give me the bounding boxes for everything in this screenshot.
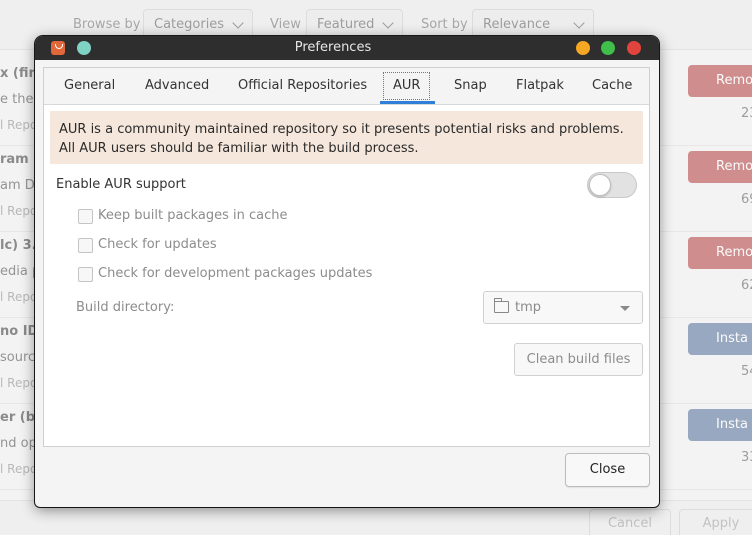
build-directory-value: tmp — [515, 300, 542, 315]
active-tab-indicator — [380, 101, 435, 104]
preferences-content: General Advanced Official Repositories A… — [43, 67, 650, 447]
keep-built-packages-checkbox[interactable] — [78, 209, 93, 224]
tab-cache[interactable]: Cache — [592, 78, 632, 93]
close-button[interactable]: Close — [565, 453, 650, 487]
tab-official-repositories[interactable]: Official Repositories — [238, 78, 367, 93]
tab-general[interactable]: General — [64, 78, 115, 93]
dialog-title: Preferences — [294, 40, 372, 55]
tab-advanced[interactable]: Advanced — [145, 78, 209, 93]
preferences-dialog: Preferences General Advanced Official Re… — [35, 36, 659, 507]
keep-built-packages-label: Keep built packages in cache — [98, 208, 288, 223]
tab-aur[interactable]: AUR — [383, 72, 431, 100]
close-window-button[interactable] — [627, 41, 641, 55]
banner-line-1: AUR is a community maintained repository… — [59, 122, 624, 137]
build-directory-chooser[interactable]: tmp — [483, 291, 643, 324]
caret-down-icon — [620, 306, 630, 311]
tab-bar: General Advanced Official Repositories A… — [44, 68, 649, 105]
folder-icon — [494, 298, 509, 313]
check-updates-label: Check for updates — [98, 237, 217, 252]
enable-aur-label: Enable AUR support — [56, 177, 186, 192]
banner-line-2: All AUR users should be familiar with th… — [59, 141, 419, 156]
switch-knob — [589, 174, 611, 196]
aur-warning-banner: AUR is a community maintained repository… — [50, 111, 643, 164]
clean-build-files-button[interactable]: Clean build files — [514, 343, 643, 376]
minimize-button[interactable] — [576, 41, 590, 55]
check-dev-updates-label: Check for development packages updates — [98, 266, 373, 281]
dialog-titlebar[interactable]: Preferences — [35, 36, 659, 60]
tab-snap[interactable]: Snap — [454, 78, 487, 93]
tab-flatpak[interactable]: Flatpak — [516, 78, 564, 93]
enable-aur-switch[interactable] — [587, 172, 637, 198]
maximize-button[interactable] — [601, 41, 615, 55]
check-dev-updates-checkbox[interactable] — [78, 267, 93, 282]
build-directory-label: Build directory: — [76, 300, 175, 315]
check-updates-checkbox[interactable] — [78, 238, 93, 253]
